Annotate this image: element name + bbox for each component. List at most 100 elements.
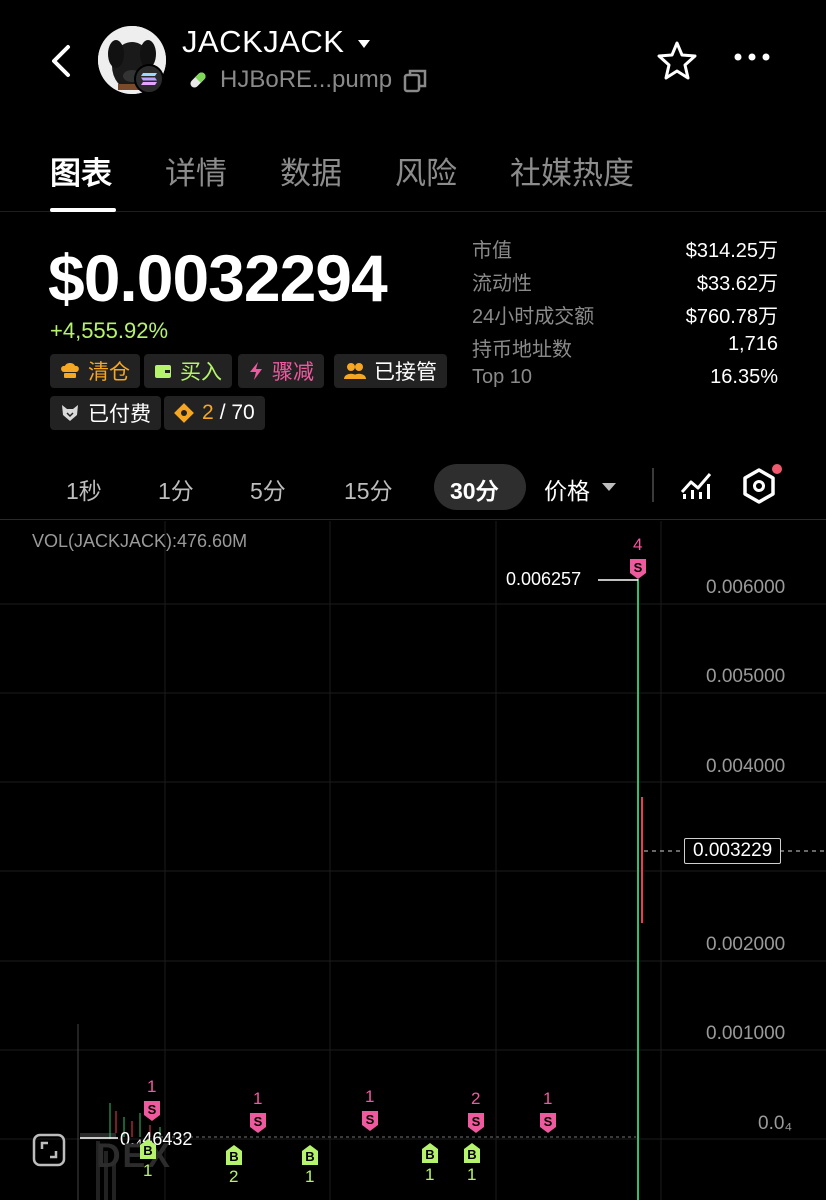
stat-liquidity: 流动性 $33.62万 bbox=[472, 267, 778, 300]
timeframe-1s[interactable]: 1秒 bbox=[66, 472, 102, 506]
divider bbox=[652, 468, 654, 502]
stat-value: $760.78万 bbox=[685, 306, 778, 328]
marker-count: 2 bbox=[471, 1089, 481, 1108]
marker-count: 1 bbox=[467, 1165, 477, 1184]
chevron-down-icon[interactable] bbox=[358, 40, 370, 48]
marker-shape: S bbox=[250, 1113, 266, 1133]
token-name[interactable]: JACKJACK bbox=[182, 24, 344, 60]
tag-label: 买入 bbox=[180, 361, 222, 384]
svg-text:S: S bbox=[544, 1114, 553, 1129]
sell-marker[interactable]: S bbox=[142, 1099, 162, 1128]
stat-holders: 持币地址数 1,716 bbox=[472, 333, 778, 366]
fullscreen-icon[interactable] bbox=[32, 1133, 66, 1172]
svg-text:B: B bbox=[467, 1147, 476, 1162]
score-total: / 70 bbox=[219, 401, 255, 424]
tag-paid[interactable]: 已付费 bbox=[50, 396, 161, 430]
high-price-label: 0.006257 bbox=[506, 569, 582, 589]
red-candle bbox=[641, 797, 643, 923]
marker-shape: S bbox=[468, 1113, 484, 1133]
price-change: +4,555.92% bbox=[50, 318, 169, 343]
indicator-chart-icon[interactable] bbox=[680, 470, 714, 505]
chevron-down-icon[interactable] bbox=[602, 483, 616, 491]
marker-shape: B bbox=[140, 1139, 156, 1159]
timeframe-15m[interactable]: 15分 bbox=[344, 472, 393, 506]
marker-count: 4 bbox=[633, 535, 643, 554]
marker-count: 2 bbox=[229, 1167, 239, 1186]
tab-details[interactable]: 详情 bbox=[165, 148, 227, 193]
marker-shape: S bbox=[540, 1113, 556, 1133]
svg-text:S: S bbox=[148, 1102, 157, 1117]
contract-address[interactable]: HJBoRE...pump bbox=[220, 66, 392, 94]
tag-label: 骤减 bbox=[272, 361, 314, 384]
stat-label: Top 10 bbox=[472, 366, 533, 388]
sell-marker[interactable]: S bbox=[248, 1111, 268, 1140]
current-price-flag: 0.003229 bbox=[684, 838, 782, 864]
tab-chart[interactable]: 图表 bbox=[50, 148, 112, 193]
tab-data[interactable]: 数据 bbox=[280, 148, 342, 193]
y-axis-tick: 0.005000 bbox=[706, 666, 786, 687]
copy-icon[interactable] bbox=[402, 68, 428, 99]
stat-label: 市值 bbox=[472, 240, 512, 262]
active-tab-indicator bbox=[50, 208, 116, 212]
more-options-icon[interactable] bbox=[732, 50, 772, 68]
stat-value: 16.35% bbox=[710, 366, 778, 388]
marker-shape: S bbox=[362, 1111, 378, 1131]
sell-marker[interactable]: S bbox=[466, 1111, 486, 1140]
target-icon bbox=[174, 403, 194, 423]
marker-count: 1 bbox=[253, 1089, 263, 1108]
notification-dot bbox=[772, 464, 782, 474]
stat-market-cap: 市值 $314.25万 bbox=[472, 234, 778, 267]
y-axis-tick: 0.002000 bbox=[706, 934, 786, 955]
svg-text:S: S bbox=[366, 1112, 375, 1127]
tag-label: 已付费 bbox=[88, 403, 151, 426]
y-axis-tick: 0.006000 bbox=[706, 577, 786, 598]
fox-logo-icon bbox=[60, 403, 80, 423]
stat-top10: Top 10 16.35% bbox=[472, 366, 778, 399]
marker-shape: B bbox=[226, 1145, 242, 1165]
svg-text:S: S bbox=[634, 560, 643, 575]
marker-count: 1 bbox=[365, 1087, 375, 1106]
tab-bar: 图表 详情 数据 风险 社媒热度 bbox=[0, 140, 826, 212]
svg-text:B: B bbox=[229, 1149, 238, 1164]
tag-label: 清仓 bbox=[88, 361, 130, 384]
timeframe-30m[interactable]: 30分 bbox=[450, 472, 499, 506]
users-icon bbox=[344, 362, 366, 380]
back-icon[interactable] bbox=[44, 42, 78, 80]
marker-shape: S bbox=[144, 1101, 160, 1121]
favorite-star-icon[interactable] bbox=[656, 40, 698, 85]
tab-social[interactable]: 社媒热度 bbox=[510, 148, 634, 193]
marker-shape: S bbox=[630, 559, 646, 579]
marker-count: 1 bbox=[143, 1161, 153, 1180]
y-axis-tick: 0.004000 bbox=[706, 756, 786, 777]
marker-count: 1 bbox=[425, 1165, 435, 1184]
svg-text:S: S bbox=[254, 1114, 263, 1129]
svg-text:B: B bbox=[305, 1149, 314, 1164]
sell-marker[interactable]: S bbox=[538, 1111, 558, 1140]
sell-marker[interactable]: S bbox=[628, 557, 648, 586]
marker-shape: B bbox=[302, 1145, 318, 1165]
timeframe-1m[interactable]: 1分 bbox=[158, 472, 194, 506]
stat-label: 持币地址数 bbox=[472, 339, 572, 361]
chart-settings-icon[interactable] bbox=[742, 468, 776, 509]
tag-label: 已接管 bbox=[374, 361, 437, 384]
stat-24h-volume: 24小时成交额 $760.78万 bbox=[472, 300, 778, 333]
tag-liquidated[interactable]: 清仓 bbox=[50, 354, 140, 388]
dex-watermark: DEX bbox=[96, 1137, 172, 1175]
tag-plunge[interactable]: 骤减 bbox=[238, 354, 324, 388]
tag-score[interactable]: 2 / 70 bbox=[164, 396, 265, 430]
price-chart[interactable]: VOL(JACKJACK):476.60M 0.006000 0.005000 … bbox=[0, 521, 826, 1200]
wallet-icon bbox=[154, 363, 172, 379]
tab-risk[interactable]: 风险 bbox=[395, 148, 457, 193]
timeframe-5m[interactable]: 5分 bbox=[250, 472, 286, 506]
price-mode-select[interactable]: 价格 bbox=[544, 472, 590, 506]
stat-value: 1,716 bbox=[727, 333, 778, 355]
y-axis-tick: 0.0₄ bbox=[758, 1113, 793, 1134]
tag-buy[interactable]: 买入 bbox=[144, 354, 232, 388]
marker-shape: B bbox=[422, 1143, 438, 1163]
score-value: 2 bbox=[202, 401, 214, 424]
stat-value: $33.62万 bbox=[696, 273, 778, 295]
tag-taken-over[interactable]: 已接管 bbox=[334, 354, 447, 388]
token-stats: 市值 $314.25万 流动性 $33.62万 24小时成交额 $760.78万… bbox=[472, 234, 778, 399]
sell-marker[interactable]: S bbox=[360, 1109, 380, 1138]
chef-hat-icon bbox=[60, 362, 80, 380]
